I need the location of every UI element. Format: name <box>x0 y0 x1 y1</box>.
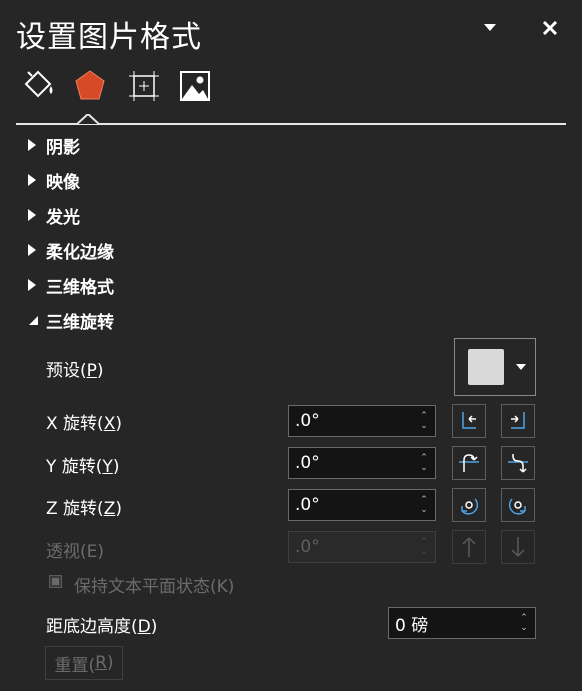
expand-triangle-icon <box>28 244 36 256</box>
section-label: 阴影 <box>46 137 80 158</box>
spin-up-icon: ⌃ <box>420 537 428 547</box>
preset-dropdown[interactable] <box>454 338 536 396</box>
y-rotate-up-button[interactable] <box>452 446 486 480</box>
x-rotation-value: .0° <box>295 411 320 431</box>
close-button[interactable] <box>536 14 564 42</box>
spin-down-icon[interactable]: ⌄ <box>520 623 528 633</box>
y-rotation-label: Y 旋转(Y) <box>46 457 120 477</box>
section-label: 发光 <box>46 207 80 228</box>
distance-value: 0 磅 <box>395 615 429 636</box>
section-glow[interactable]: 发光 <box>24 200 80 230</box>
spin-up-icon[interactable]: ⌃ <box>420 495 428 505</box>
size-properties-icon <box>129 71 159 101</box>
expand-triangle-icon <box>28 209 36 221</box>
spin-down-icon[interactable]: ⌄ <box>420 505 428 515</box>
perspective-label: 透视(E) <box>46 542 105 562</box>
keep-text-flat-label: 保持文本平面状态(K) <box>74 577 235 597</box>
effects-pentagon-icon <box>75 70 105 100</box>
section-label: 柔化边缘 <box>46 242 114 263</box>
preset-swatch <box>468 349 504 385</box>
checkbox-indicator <box>52 578 59 585</box>
rotate-clockwise-icon <box>508 498 526 515</box>
x-rotation-label: X 旋转(X) <box>46 414 122 434</box>
z-rotate-clockwise-button[interactable] <box>501 488 535 522</box>
tab-effects[interactable] <box>70 66 110 106</box>
distance-from-ground-label: 距底边高度(D) <box>46 617 158 637</box>
expand-triangle-icon <box>28 279 36 291</box>
close-icon <box>542 20 558 36</box>
arrow-up-icon <box>462 537 476 557</box>
spin-down-icon[interactable]: ⌄ <box>420 421 428 431</box>
fill-line-icon <box>24 70 53 98</box>
spin-up-icon[interactable]: ⌃ <box>420 411 428 421</box>
task-pane-options-button[interactable] <box>476 14 504 42</box>
y-rotation-value: .0° <box>295 453 320 473</box>
z-rotation-label: Z 旋转(Z) <box>46 499 122 519</box>
chevron-down-icon <box>484 24 496 31</box>
perspective-spinner[interactable]: .0° ⌃ ⌄ <box>288 531 436 563</box>
spin-up-icon[interactable]: ⌃ <box>420 453 428 463</box>
perspective-value: .0° <box>295 537 320 557</box>
perspective-decrease-button[interactable] <box>501 530 535 564</box>
z-rotate-counterclockwise-button[interactable] <box>452 488 486 522</box>
section-label: 映像 <box>46 172 80 193</box>
x-rotation-spinner[interactable]: .0° ⌃ ⌄ <box>288 405 436 437</box>
expand-triangle-icon <box>28 139 36 151</box>
z-rotation-spinner[interactable]: .0° ⌃ ⌄ <box>288 489 436 521</box>
spin-down-icon[interactable]: ⌄ <box>420 463 428 473</box>
section-3d-rotation[interactable]: 三维旋转 <box>24 305 114 335</box>
section-soft-edges[interactable]: 柔化边缘 <box>24 235 114 265</box>
distance-from-ground-spinner[interactable]: 0 磅 ⌃ ⌄ <box>388 607 536 639</box>
rotate-up-icon <box>459 454 479 472</box>
section-shadow[interactable]: 阴影 <box>24 130 80 160</box>
expand-triangle-icon <box>28 174 36 186</box>
preset-label: 预设(P) <box>46 361 104 381</box>
section-reflection[interactable]: 映像 <box>24 165 80 195</box>
rotate-counterclockwise-icon <box>461 498 479 515</box>
keep-text-flat-checkbox[interactable] <box>49 575 62 588</box>
rotate-left-icon <box>462 412 476 429</box>
rotate-down-icon <box>508 454 528 473</box>
section-3d-format[interactable]: 三维格式 <box>24 270 114 300</box>
spin-down-icon: ⌄ <box>420 547 428 557</box>
x-rotate-right-button[interactable] <box>501 404 535 438</box>
spin-up-icon[interactable]: ⌃ <box>520 613 528 623</box>
rotate-right-icon <box>511 412 525 429</box>
panel-title: 设置图片格式 <box>16 20 202 55</box>
tab-pointer <box>76 114 100 128</box>
z-rotation-value: .0° <box>295 495 320 515</box>
arrow-down-icon <box>511 537 525 557</box>
tab-size-properties[interactable] <box>124 66 164 106</box>
perspective-increase-button[interactable] <box>452 530 486 564</box>
section-label: 三维格式 <box>46 277 114 298</box>
y-rotate-down-button[interactable] <box>501 446 535 480</box>
dropdown-arrow-icon <box>516 364 526 370</box>
collapse-triangle-icon <box>28 315 38 325</box>
tab-picture[interactable] <box>175 66 215 106</box>
y-rotation-spinner[interactable]: .0° ⌃ ⌄ <box>288 447 436 479</box>
reset-button[interactable]: 重置(R) <box>45 646 123 680</box>
section-label: 三维旋转 <box>46 312 114 333</box>
tab-fill-line[interactable] <box>18 66 58 106</box>
x-rotate-left-button[interactable] <box>452 404 486 438</box>
picture-icon <box>180 71 210 101</box>
